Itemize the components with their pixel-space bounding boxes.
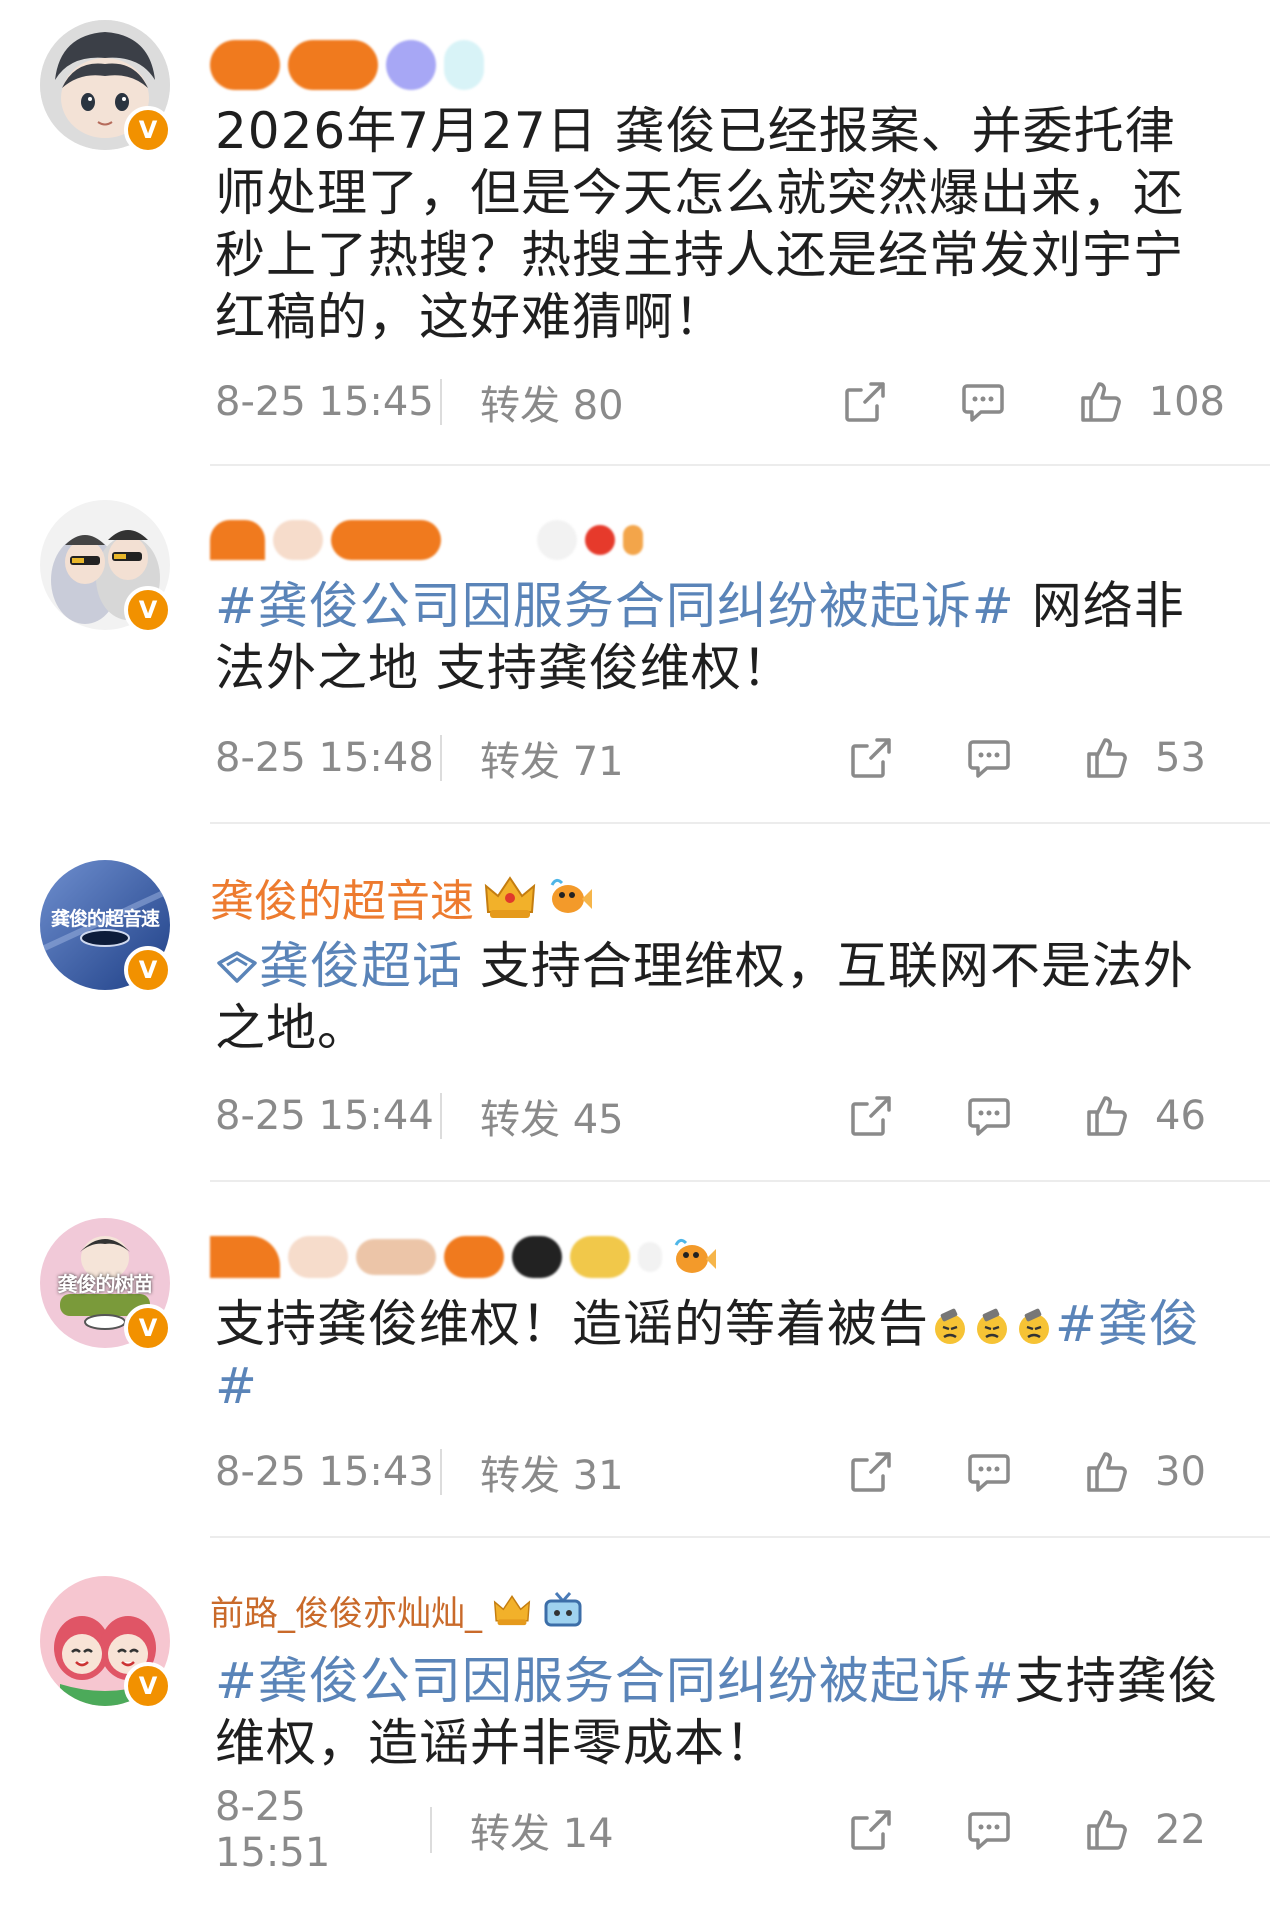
verified-badge-icon: V	[124, 586, 172, 634]
separator	[440, 735, 442, 781]
like-icon[interactable]	[1077, 1086, 1137, 1146]
comment-text: 龚俊超话 支持合理维权，互联网不是法外之地。	[215, 935, 1225, 1059]
like-icon[interactable]	[1077, 728, 1137, 788]
username[interactable]	[210, 30, 492, 100]
comment-meta: 8-25 15:48 转发 71 53	[215, 728, 1225, 788]
comment-icon[interactable]	[959, 1086, 1019, 1146]
repost-count: 转发 71	[480, 739, 624, 785]
like-icon[interactable]	[1077, 1442, 1137, 1502]
like-icon[interactable]	[1071, 372, 1131, 432]
action-icons: 30	[783, 1442, 1225, 1502]
comment-icon[interactable]	[953, 372, 1013, 432]
separator	[440, 1449, 442, 1495]
comment-meta: 8-25 15:51 转发 14 22	[215, 1784, 1225, 1876]
repost-count: 转发 45	[480, 1097, 624, 1143]
separator	[440, 379, 442, 425]
like-icon[interactable]	[1077, 1800, 1137, 1860]
comment-text: #龚俊公司因服务合同纠纷被起诉#支持龚俊维权，造谣并非零成本！	[215, 1650, 1225, 1774]
timestamp: 8-25 15:51	[215, 1784, 331, 1876]
verified-badge-icon: V	[124, 1662, 172, 1710]
username[interactable]: 前路_俊俊亦灿灿_	[210, 1575, 584, 1645]
repost-count: 转发 31	[480, 1453, 624, 1499]
avatar-label: 龚俊的超音速	[50, 908, 160, 930]
comment-text: #龚俊公司因服务合同纠纷被起诉# 网络非法外之地 支持龚俊维权！	[215, 575, 1225, 699]
verified-badge-icon: V	[124, 106, 172, 154]
username[interactable]: 龚俊的超音速	[210, 862, 594, 932]
divider	[210, 1180, 1270, 1182]
fish-emoji-icon	[546, 875, 594, 919]
share-icon[interactable]	[841, 1086, 901, 1146]
hashtag-link[interactable]: #龚俊公司因服务合同纠纷被起诉#	[215, 1652, 1015, 1710]
crown-icon	[482, 872, 538, 922]
separator	[430, 1807, 432, 1853]
username-text: 龚俊的超音速	[210, 876, 474, 927]
comment-icon[interactable]	[959, 1442, 1019, 1502]
username[interactable]	[210, 505, 651, 575]
like-count: 30	[1155, 1449, 1206, 1495]
divider	[210, 464, 1270, 466]
comment-meta: 8-25 15:43 转发 31 30	[215, 1442, 1225, 1502]
comment-meta: 8-25 15:45 转发 80 108	[215, 372, 1225, 432]
repost-count: 转发 80	[480, 383, 624, 429]
timestamp: 8-25 15:45	[215, 379, 434, 425]
share-icon[interactable]	[835, 372, 895, 432]
like-count: 22	[1155, 1807, 1206, 1853]
hashtag-link[interactable]: #龚俊公司因服务合同纠纷被起诉#	[215, 577, 1015, 635]
share-icon[interactable]	[841, 728, 901, 788]
action-icons: 46	[783, 1086, 1225, 1146]
verified-badge-icon: V	[124, 946, 172, 994]
action-icons: 22	[783, 1800, 1225, 1860]
action-icons: 53	[783, 728, 1225, 788]
comment-meta: 8-25 15:44 转发 45 46	[215, 1086, 1225, 1146]
avatar-label: 龚俊的树苗	[57, 1272, 154, 1296]
share-icon[interactable]	[841, 1800, 901, 1860]
comment-body: 支持龚俊维权！造谣的等着被告	[215, 1295, 929, 1353]
angry-gavel-emoji-icon	[971, 1295, 1013, 1353]
tv-emoji-icon	[542, 1589, 584, 1631]
repost-count: 转发 14	[470, 1811, 614, 1857]
action-icons: 108	[777, 372, 1225, 432]
timestamp: 8-25 15:43	[215, 1449, 434, 1495]
like-count: 53	[1155, 735, 1206, 781]
comment-icon[interactable]	[959, 1800, 1019, 1860]
comment-icon[interactable]	[959, 728, 1019, 788]
fish-emoji-icon	[670, 1235, 718, 1279]
timestamp: 8-25 15:48	[215, 735, 434, 781]
crown-icon	[490, 1592, 534, 1628]
username-text: 前路_俊俊亦灿灿_	[210, 1593, 482, 1634]
comment-text: 2026年7月27日 龚俊已经报案、并委托律师处理了，但是今天怎么就突然爆出来，…	[215, 100, 1225, 348]
super-topic-text: 龚俊超话	[259, 937, 463, 995]
like-count: 46	[1155, 1093, 1206, 1139]
angry-gavel-emoji-icon	[929, 1295, 971, 1353]
divider	[210, 822, 1270, 824]
share-icon[interactable]	[841, 1442, 901, 1502]
comment-text: 支持龚俊维权！造谣的等着被告 #龚俊#	[215, 1293, 1225, 1417]
comment-body: 2026年7月27日 龚俊已经报案、并委托律师处理了，但是今天怎么就突然爆出来，…	[215, 102, 1184, 346]
angry-gavel-emoji-icon	[1013, 1295, 1055, 1353]
like-count: 108	[1148, 379, 1225, 425]
username[interactable]	[210, 1222, 726, 1292]
separator	[440, 1093, 442, 1139]
verified-badge-icon: V	[124, 1304, 172, 1352]
super-topic-link[interactable]: 龚俊超话	[215, 937, 463, 995]
supertopic-icon	[215, 937, 259, 983]
divider	[210, 1536, 1270, 1538]
timestamp: 8-25 15:44	[215, 1093, 434, 1139]
